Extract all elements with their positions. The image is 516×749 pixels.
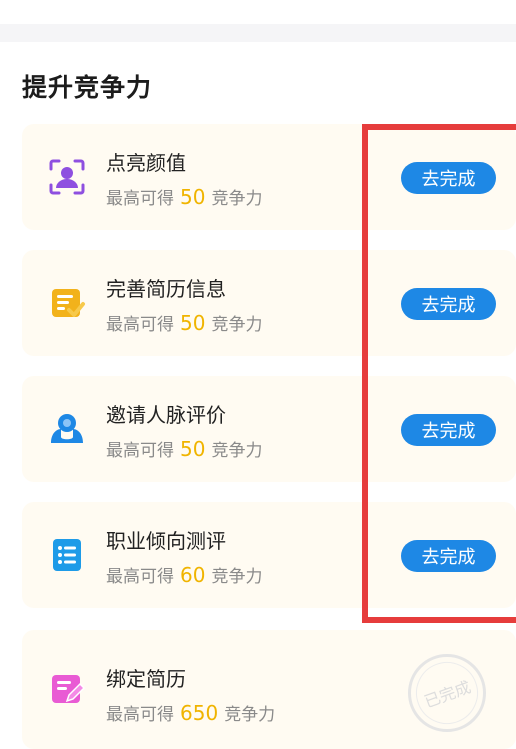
task-reward: 最高可得 60 竞争力: [106, 562, 262, 587]
reward-suffix: 竞争力: [211, 441, 263, 461]
go-complete-button[interactable]: 去完成: [401, 540, 496, 572]
reward-prefix: 最高可得: [106, 441, 174, 461]
reward-prefix: 最高可得: [106, 567, 174, 587]
task-reward: 最高可得 50 竞争力: [106, 184, 262, 209]
go-complete-button[interactable]: 去完成: [401, 288, 496, 320]
list-icon: [46, 534, 88, 576]
section-title: 提升竞争力: [22, 73, 153, 102]
portrait-frame-icon: [46, 156, 88, 198]
task-reward: 最高可得 50 竞争力: [106, 310, 262, 335]
people-icon: [46, 408, 88, 450]
reward-prefix: 最高可得: [106, 189, 174, 209]
reward-suffix: 竞争力: [211, 315, 263, 335]
task-reward: 最高可得 50 竞争力: [106, 436, 262, 461]
resume-check-icon: [46, 282, 88, 324]
task-title: 点亮颜值: [106, 151, 186, 175]
edit-document-icon: [46, 668, 88, 710]
task-card-resume: 完善简历信息 最高可得 50 竞争力 去完成: [22, 250, 516, 356]
reward-prefix: 最高可得: [106, 705, 174, 725]
task-card-face: 点亮颜值 最高可得 50 竞争力 去完成: [22, 124, 516, 230]
top-spacer: [0, 0, 516, 24]
section-divider: [0, 24, 516, 42]
task-title: 邀请人脉评价: [106, 403, 226, 427]
task-reward: 最高可得 650 竞争力: [106, 700, 275, 725]
task-title: 完善简历信息: [106, 277, 226, 301]
reward-suffix: 竞争力: [224, 705, 276, 725]
task-title: 职业倾向测评: [106, 529, 226, 553]
task-title: 绑定简历: [106, 667, 186, 691]
task-card-bind-resume: 绑定简历 最高可得 650 竞争力 已完成: [22, 630, 516, 749]
go-complete-button[interactable]: 去完成: [401, 162, 496, 194]
completed-stamp-label: 已完成: [407, 653, 487, 733]
reward-points: 650: [180, 701, 219, 725]
reward-prefix: 最高可得: [106, 315, 174, 335]
reward-points: 50: [180, 311, 206, 335]
reward-points: 50: [180, 437, 206, 461]
reward-points: 60: [180, 563, 206, 587]
reward-suffix: 竞争力: [211, 567, 263, 587]
go-complete-button[interactable]: 去完成: [401, 414, 496, 446]
completed-stamp: 已完成: [407, 653, 487, 733]
reward-points: 50: [180, 185, 206, 209]
task-card-network: 邀请人脉评价 最高可得 50 竞争力 去完成: [22, 376, 516, 482]
task-card-career-test: 职业倾向测评 最高可得 60 竞争力 去完成: [22, 502, 516, 608]
reward-suffix: 竞争力: [211, 189, 263, 209]
